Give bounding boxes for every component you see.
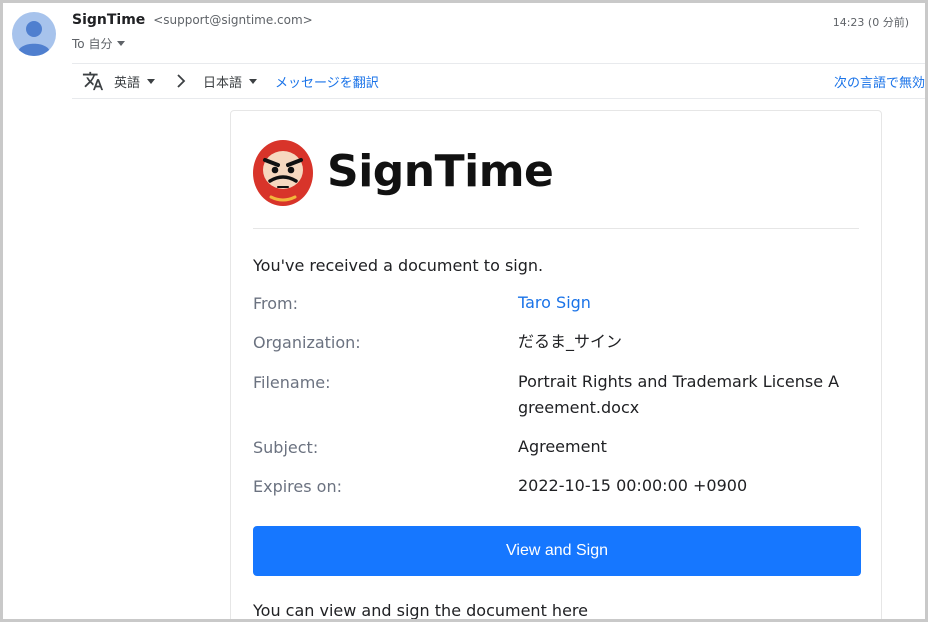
field-label: Filename: (253, 373, 331, 392)
translate-message-link[interactable]: メッセージを翻訳 (275, 72, 379, 91)
daruma-logo-icon (253, 140, 313, 206)
caret-down-icon (117, 41, 126, 46)
source-language-dropdown[interactable]: 英語 (114, 72, 156, 91)
field-value: だるま_サイン (518, 332, 623, 351)
timestamp: 14:23 (0 分前) (832, 16, 909, 29)
target-language-dropdown[interactable]: 日本語 (203, 72, 258, 91)
never-translate-link[interactable]: 次の言語で無効 (834, 72, 925, 91)
sender-name-text: SignTime (72, 12, 146, 28)
source-language-label: 英語 (114, 75, 141, 91)
view-and-sign-button[interactable]: View and Sign (253, 526, 861, 576)
email-view: SignTime <support@signtime.com> To 自分 14… (0, 0, 928, 622)
brand-logo: SignTime (251, 131, 554, 211)
caret-down-icon (147, 78, 156, 84)
translate-icon (82, 71, 104, 91)
field-value: Portrait Rights and Trademark License Ag… (518, 372, 840, 417)
recipient-dropdown[interactable]: To 自分 (72, 35, 126, 52)
field-value: Agreement (518, 437, 607, 456)
field-label: Organization: (253, 333, 361, 352)
sender-email: <support@signtime.com> (153, 13, 313, 27)
sender-name: SignTime <support@signtime.com> (72, 12, 313, 28)
caret-down-icon (249, 78, 258, 84)
avatar[interactable] (12, 12, 56, 56)
target-language-label: 日本語 (203, 75, 243, 91)
footer-text: You can view and sign the document here (253, 601, 588, 620)
recipient-label: To 自分 (72, 37, 113, 51)
field-value: 2022-10-15 00:00:00 +0900 (518, 476, 748, 495)
email-body-card: SignTime You've received a document to s… (230, 110, 882, 620)
translate-bar: 英語 日本語 メッセージを翻訳 次の言語で無効 (72, 63, 925, 99)
field-label: Subject: (253, 438, 319, 457)
field-label: Expires on: (253, 477, 342, 496)
sender-link[interactable]: Taro Sign (518, 290, 848, 316)
chevron-right-icon (177, 74, 186, 88)
field-label: From: (253, 294, 299, 313)
divider (253, 228, 859, 229)
intro-text: You've received a document to sign. (253, 256, 544, 275)
brand-name: SignTime (327, 145, 554, 197)
person-icon (18, 21, 50, 56)
